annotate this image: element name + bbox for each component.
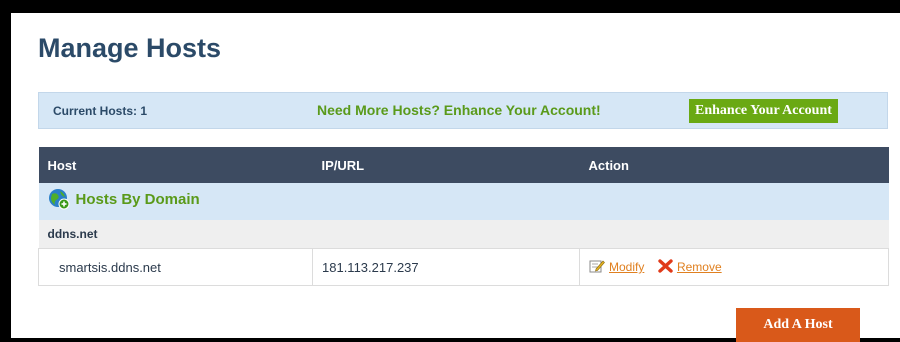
group-label-text: Hosts By Domain: [75, 190, 200, 208]
host-name-cell: smartsis.ddns.net: [38, 248, 313, 286]
actions-cell: Modify Remove: [579, 248, 889, 286]
add-host-button[interactable]: Add A Host: [736, 308, 860, 342]
manage-hosts-panel: Manage Hosts Current Hosts: 1 Need More …: [11, 13, 900, 342]
column-header-action: Action: [579, 147, 889, 183]
domain-row: ddns.net: [38, 220, 889, 249]
domain-name: ddns.net: [38, 220, 889, 249]
current-hosts-count: Current Hosts: 1: [53, 104, 148, 118]
modify-label: Modify: [609, 260, 645, 274]
globe-add-icon: [48, 188, 70, 210]
hosts-by-domain-heading: Hosts By Domain: [48, 188, 200, 210]
hosts-table: Host IP/URL Action Hosts By Domain ddns.…: [38, 147, 889, 286]
edit-icon: [589, 259, 605, 276]
remove-link[interactable]: Remove: [658, 258, 722, 276]
enhance-account-button[interactable]: Enhance Your Account: [689, 99, 838, 123]
account-info-bar: Current Hosts: 1 Need More Hosts? Enhanc…: [38, 92, 888, 129]
upsell-message: Need More Hosts? Enhance Your Account!: [317, 102, 601, 118]
close-icon: [658, 258, 673, 276]
group-row: Hosts By Domain: [38, 183, 889, 220]
remove-label: Remove: [676, 260, 722, 274]
table-header-row: Host IP/URL Action: [38, 147, 889, 183]
table-row: smartsis.ddns.net 181.113.217.237 Modify…: [38, 248, 889, 286]
ip-cell: 181.113.217.237: [312, 248, 580, 286]
modify-link[interactable]: Modify: [589, 259, 644, 276]
column-header-ip-url: IP/URL: [312, 147, 580, 183]
page-title: Manage Hosts: [38, 33, 222, 63]
column-header-host: Host: [38, 147, 313, 183]
